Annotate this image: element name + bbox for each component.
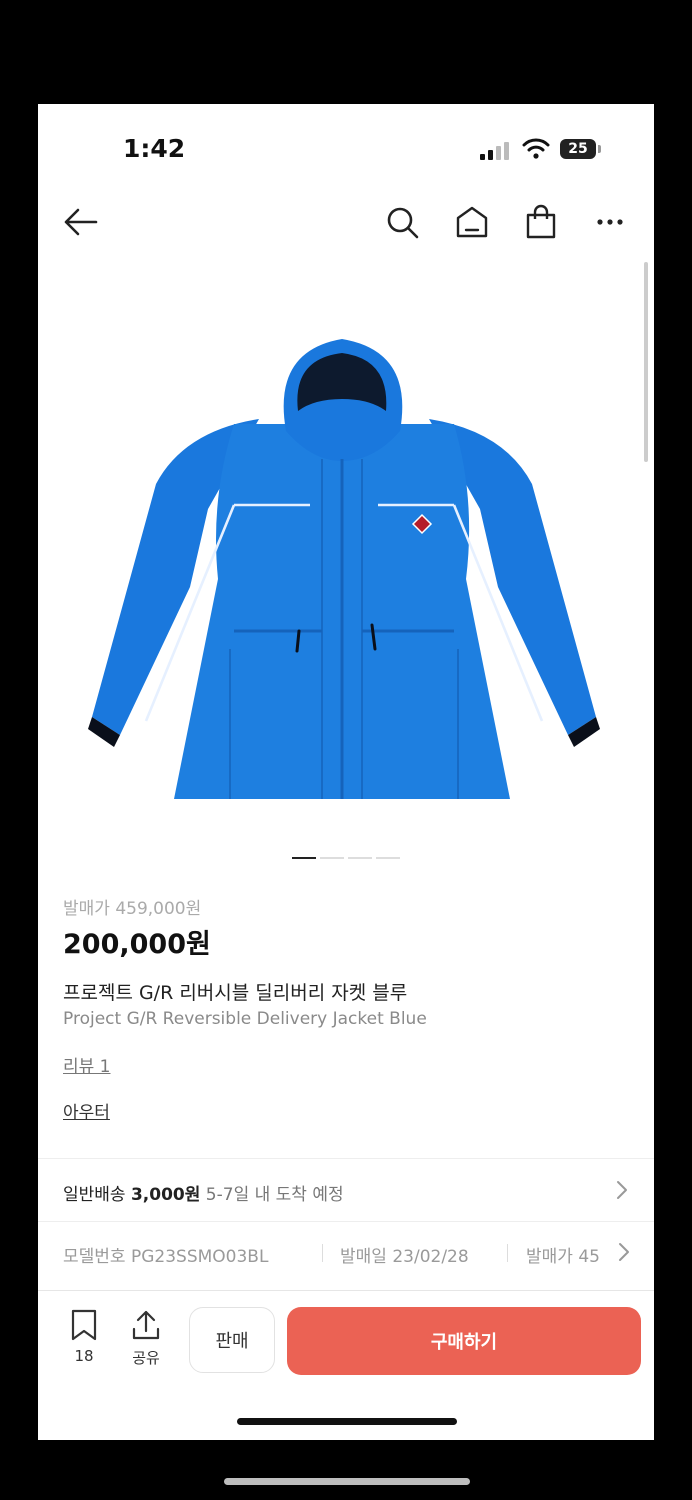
more-icon[interactable] <box>590 202 630 242</box>
chevron-right-icon <box>617 1181 627 1199</box>
bookmark-button[interactable]: 18 <box>58 1309 110 1365</box>
separator <box>322 1244 323 1262</box>
price: 200,000원 <box>63 929 211 960</box>
share-icon <box>132 1310 160 1340</box>
model-number-label: 모델번호 <box>63 1247 126 1267</box>
battery-icon: 25 <box>560 139 596 159</box>
info-release-price-value: 45 <box>578 1247 600 1267</box>
app-screen: 1:42 25 발매가 459,000원 200,000원 프로젝트 G/R 리… <box>38 104 654 1440</box>
release-date: 발매일 23/02/28 <box>340 1242 469 1267</box>
model-number-value: PG23SSMO03BL <box>130 1247 269 1267</box>
shipping-text: 일반배송 3,000원 5-7일 내 도착 예정 <box>63 1180 344 1205</box>
info-more[interactable] <box>608 1222 654 1282</box>
carousel-dot[interactable] <box>348 857 372 859</box>
chevron-right-icon <box>619 1243 629 1261</box>
wifi-icon <box>522 138 550 159</box>
search-icon[interactable] <box>382 202 422 242</box>
carousel-dot[interactable] <box>376 857 400 859</box>
release-price: 발매가 459,000원 <box>63 899 202 919</box>
review-link[interactable]: 리뷰 1 <box>63 1052 111 1077</box>
product-title-english: Project G/R Reversible Delivery Jacket B… <box>63 1009 427 1029</box>
share-label: 공유 <box>132 1349 160 1367</box>
scrollbar[interactable] <box>644 262 648 462</box>
status-time: 1:42 <box>123 134 186 163</box>
carousel-dot[interactable] <box>292 857 316 859</box>
info-release-price-label: 발매가 <box>526 1247 573 1267</box>
battery-nub <box>598 145 601 153</box>
carousel-dot[interactable] <box>320 857 344 859</box>
category-link[interactable]: 아우터 <box>63 1098 110 1123</box>
bookmark-count: 18 <box>74 1347 94 1365</box>
cellular-signal-icon <box>480 142 510 160</box>
product-image[interactable] <box>84 319 604 819</box>
home-indicator[interactable] <box>237 1418 457 1425</box>
product-info-row[interactable]: 모델번호 PG23SSMO03BL 발매일 23/02/28 발매가 45 <box>38 1222 654 1282</box>
product-title-korean: 프로젝트 G/R 리버시블 딜리버리 자켓 블루 <box>63 982 408 1004</box>
release-date-value: 23/02/28 <box>392 1247 469 1267</box>
sell-button[interactable]: 판매 <box>189 1307 275 1373</box>
bookmark-icon <box>71 1309 97 1341</box>
shipping-type: 일반배송 <box>63 1185 126 1205</box>
release-date-label: 발매일 <box>340 1247 387 1267</box>
info-release-price: 발매가 45 <box>526 1242 600 1267</box>
home-icon[interactable] <box>452 202 492 242</box>
image-carousel-indicator[interactable] <box>292 857 400 859</box>
back-arrow-icon[interactable] <box>60 202 100 242</box>
buy-button[interactable]: 구매하기 <box>287 1307 641 1375</box>
model-number: 모델번호 PG23SSMO03BL <box>63 1242 268 1267</box>
shipping-eta: 5-7일 내 도착 예정 <box>205 1185 344 1205</box>
share-button[interactable]: 공유 <box>120 1309 172 1368</box>
shipping-fee: 3,000원 <box>130 1185 201 1205</box>
separator <box>507 1244 508 1262</box>
outer-home-indicator <box>224 1478 470 1485</box>
shopping-bag-icon[interactable] <box>521 202 561 242</box>
shipping-info-row[interactable]: 일반배송 3,000원 5-7일 내 도착 예정 <box>38 1159 654 1221</box>
